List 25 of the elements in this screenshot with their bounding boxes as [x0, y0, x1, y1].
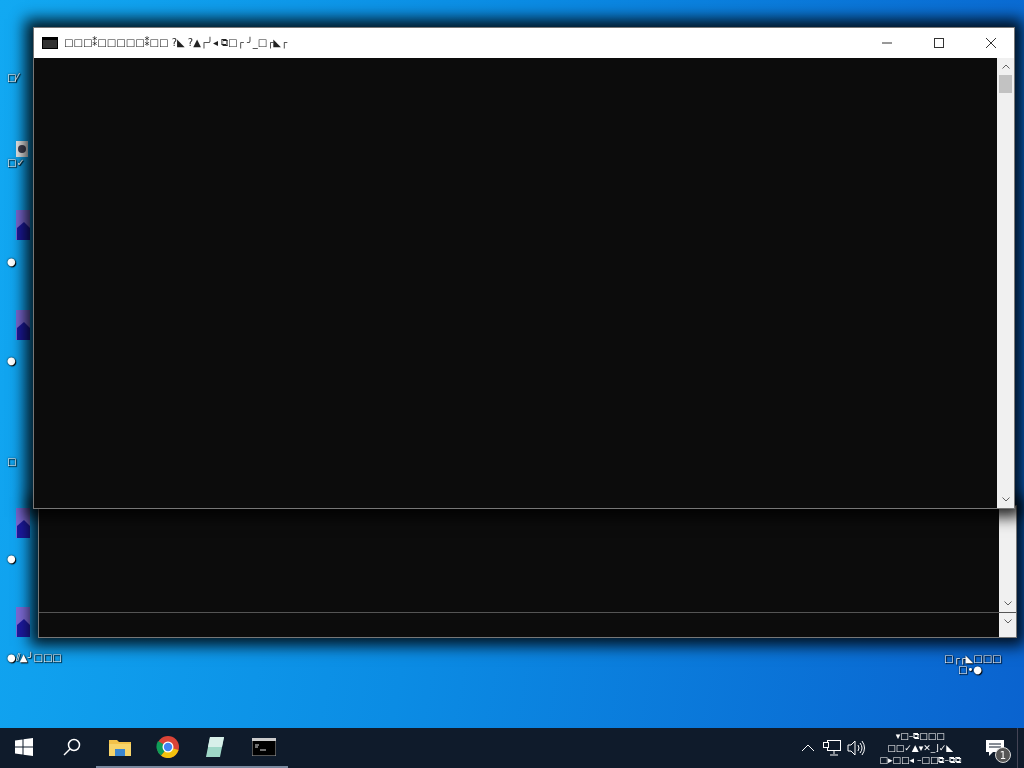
icon-label: □•● — [958, 664, 983, 675]
console-icon — [252, 738, 276, 756]
close-icon — [986, 38, 996, 48]
browser-icon — [156, 735, 180, 759]
icon-label: ● — [7, 355, 16, 366]
console-icon — [42, 37, 58, 49]
clock-text: ▾□–⧉□□□ — [895, 730, 945, 742]
notification-button[interactable]: 1 — [973, 728, 1017, 768]
icon-label: □ — [7, 456, 17, 467]
window-title: □□□⁑□□□□□⁑□□ ?◣ ?▲┌╯◂ ⧉□┌ ╯_□┌◣┌ — [64, 37, 289, 49]
icon-label: □✓ — [7, 157, 25, 168]
search-icon — [63, 738, 81, 756]
icon-label: ● — [7, 553, 16, 564]
windows-icon — [15, 738, 33, 756]
notification-count: 1 — [995, 747, 1011, 763]
folder-icon — [108, 737, 132, 757]
icon-label: ● — [7, 256, 16, 267]
scrollbar-thumb[interactable] — [999, 75, 1012, 93]
maximize-icon — [934, 38, 944, 48]
clock-text: □▸□□◂ –□□⧉–⧉⧉ — [879, 754, 961, 766]
icon-label: ●⫽▲╯□□□ — [7, 652, 62, 664]
clock-text: □□✓▲▾✕_⌋✓◣ — [887, 742, 954, 754]
clock[interactable]: ▾□–⧉□□□ □□✓▲▾✕_⌋✓◣ □▸□□◂ –□□⧉–⧉⧉ — [867, 730, 973, 766]
icon-label: □⁄ — [7, 72, 19, 83]
icon-label: □┌┌◣□□□ — [944, 653, 1002, 664]
